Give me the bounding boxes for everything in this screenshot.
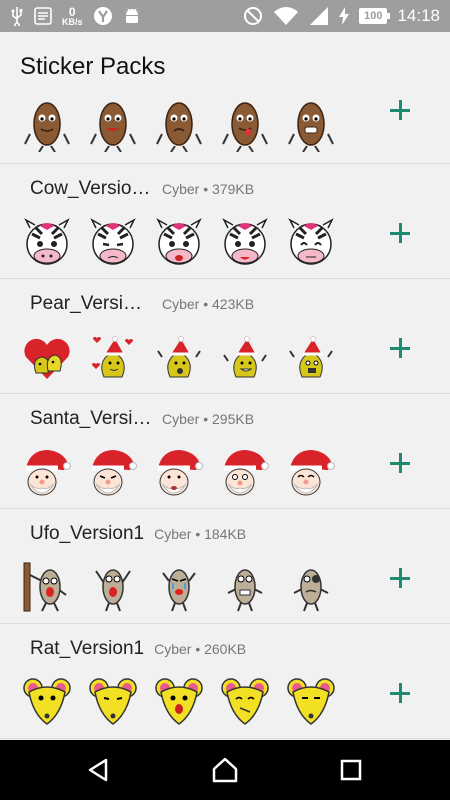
back-icon[interactable]: [84, 755, 114, 785]
pack-name: Cow_Version1: [30, 178, 152, 199]
sticker-pack-row[interactable]: [0, 94, 450, 164]
battery-icon: 100: [359, 8, 391, 24]
browser-y-icon: [93, 7, 112, 25]
sticker-pack-row[interactable]: Ufo_Version1 Cyber • 184KB: [0, 509, 450, 624]
sticker-previews: [22, 561, 336, 613]
pear-santa-sticker: [92, 336, 133, 378]
pear-santa-sticker: [223, 336, 267, 378]
potato-sticker: [156, 102, 202, 152]
cow-sticker: [156, 218, 202, 265]
santa-sticker: [158, 450, 203, 496]
sticker-pack-row[interactable]: Santa_Version1 Cyber • 295KB: [0, 394, 450, 509]
rat-sticker: [287, 678, 335, 725]
pear-santa-sticker: [289, 336, 333, 378]
cow-sticker: [288, 218, 334, 265]
rat-sticker: [89, 678, 137, 725]
add-pack-button[interactable]: [386, 564, 414, 592]
pack-name: Pear_Version1: [30, 293, 152, 314]
kbs-unit: KB/s: [62, 16, 83, 27]
charging-icon: [339, 7, 350, 25]
sticker-pack-row[interactable]: Rat_Version1 Cyber • 260KB: [0, 624, 450, 739]
add-pack-button[interactable]: [386, 449, 414, 477]
cow-sticker: [90, 218, 136, 265]
pack-name: Rat_Version1: [30, 638, 145, 659]
pear-santa-sticker: [157, 336, 201, 378]
santa-sticker: [92, 450, 137, 496]
usb-icon: [11, 7, 23, 26]
santa-sticker: [290, 450, 335, 496]
ufo-sticker: [95, 569, 131, 612]
pack-meta: Cyber • 184KB: [154, 526, 247, 542]
cow-sticker: [24, 218, 70, 265]
sticker-previews: [22, 331, 336, 383]
notification-icon: [34, 7, 52, 25]
rat-sticker: [221, 678, 269, 725]
sticker-previews: [22, 446, 336, 498]
add-pack-button[interactable]: [386, 334, 414, 362]
sticker-previews: [22, 216, 336, 268]
sticker-previews: [22, 100, 336, 152]
cow-sticker: [222, 218, 268, 265]
status-bar: 0 KB/s 100 14:18: [0, 0, 450, 32]
kbs-indicator: 0 KB/s: [62, 6, 83, 27]
sticker-pack-row[interactable]: Pear_Version1 Cyber • 423KB: [0, 279, 450, 394]
ufo-sticker: [227, 569, 263, 612]
potato-sticker: [222, 102, 268, 152]
santa-sticker: [224, 450, 269, 496]
signal-icon: [310, 7, 329, 25]
potato-sticker: [24, 102, 70, 152]
pack-meta: Cyber • 260KB: [154, 641, 247, 657]
recents-icon[interactable]: [336, 755, 366, 785]
wifi-icon: [274, 7, 299, 25]
android-icon: [125, 8, 138, 23]
pack-meta: Cyber • 295KB: [162, 411, 255, 427]
pear-heart-sticker: [24, 338, 70, 379]
rat-sticker: [155, 678, 203, 725]
navigation-bar: [0, 740, 450, 800]
page-title: Sticker Packs: [20, 53, 166, 80]
clock: 14:18: [397, 6, 440, 25]
add-pack-button[interactable]: [386, 96, 414, 124]
pack-meta: Cyber • 379KB: [162, 181, 255, 197]
potato-sticker: [288, 102, 334, 152]
home-icon[interactable]: [210, 755, 240, 785]
add-pack-button[interactable]: [386, 679, 414, 707]
sticker-pack-list: Cow_Version1 Cyber • 379KB Pear_Version1…: [0, 94, 450, 739]
ufo-sticker: [293, 569, 329, 612]
sticker-pack-row[interactable]: Cow_Version1 Cyber • 379KB: [0, 164, 450, 279]
add-pack-button[interactable]: [386, 219, 414, 247]
pack-name: Santa_Version1: [30, 408, 152, 429]
pack-meta: Cyber • 423KB: [162, 296, 255, 312]
ufo-sticker: [23, 562, 67, 612]
potato-sticker: [90, 102, 136, 152]
santa-sticker: [26, 450, 71, 496]
no-disturb-icon: [244, 7, 263, 25]
rat-sticker: [23, 678, 71, 725]
pack-name: Ufo_Version1: [30, 523, 145, 544]
sticker-previews: [22, 676, 336, 728]
ufo-sticker: [162, 569, 196, 612]
